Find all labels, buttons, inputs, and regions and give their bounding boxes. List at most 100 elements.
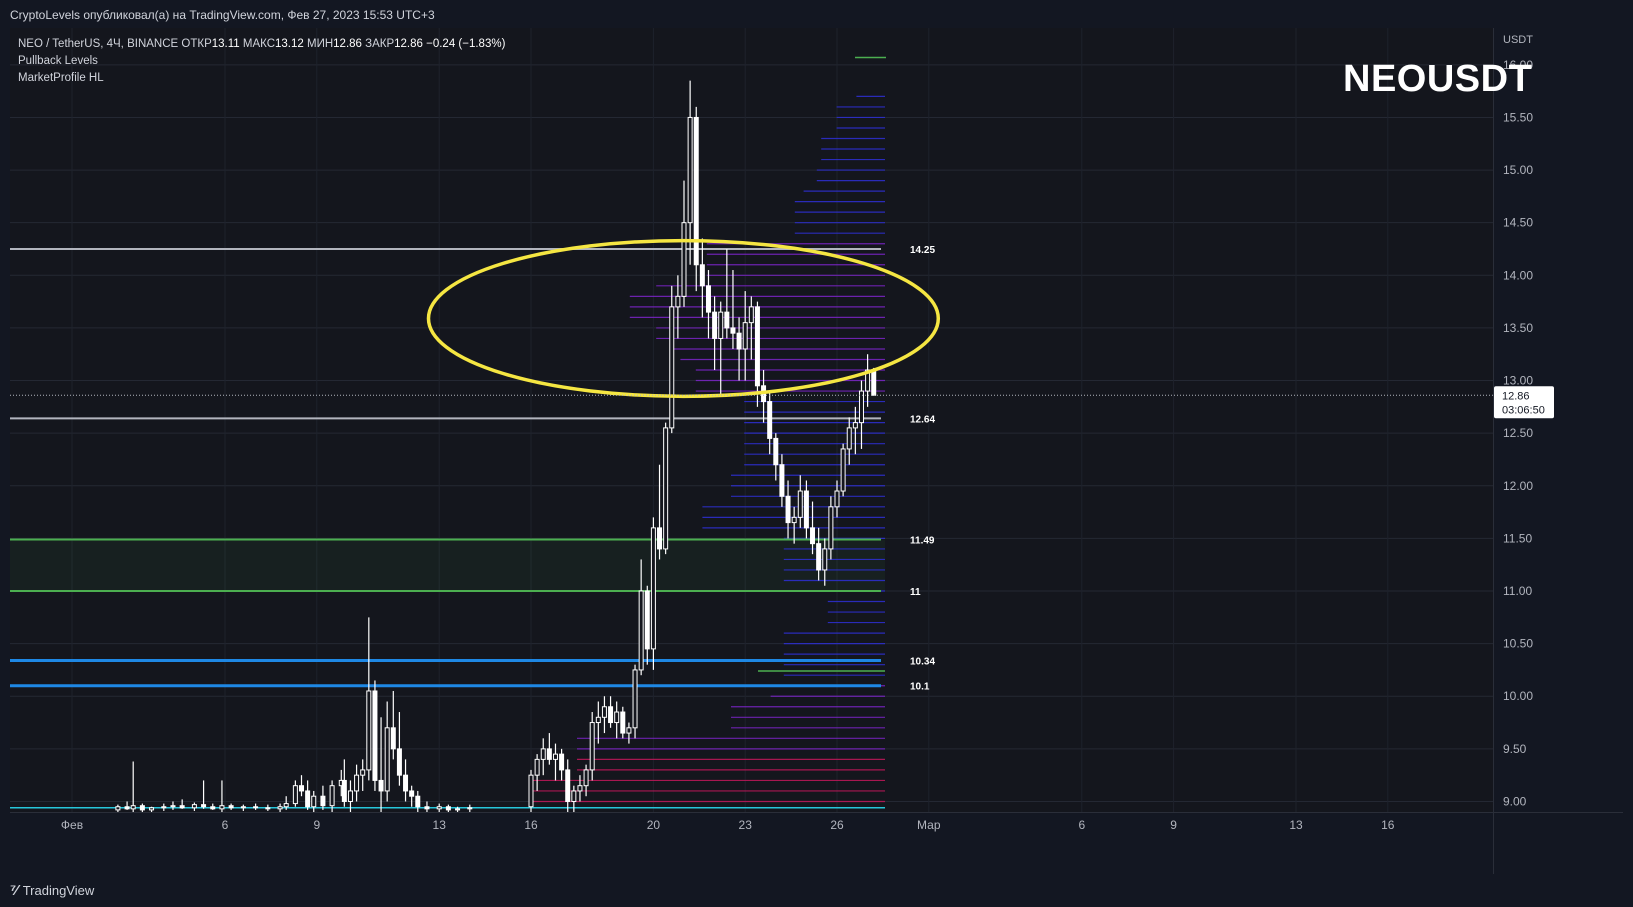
candle-body [846, 427, 852, 450]
candle-body [396, 748, 402, 776]
symbol-watermark: NEOUSDT [1343, 58, 1533, 100]
candle-body [742, 322, 748, 350]
level-label: 10.1 [910, 682, 930, 693]
chart-area[interactable]: 9.00 9.50 10.00 10.50 11.00 11.50 12.00 12.50 13… [10, 28, 1623, 874]
price-tick-label: 11.50 [1503, 531, 1532, 545]
indicator-market-profile[interactable]: MarketProfile HL [18, 70, 505, 87]
time-tick-label: 20 [647, 818, 661, 832]
candle-body [589, 722, 595, 771]
candle-body [559, 753, 565, 771]
candle-body [712, 311, 718, 339]
candle-body [409, 790, 415, 797]
candle-body [669, 306, 675, 429]
level-label: 14.25 [910, 245, 935, 256]
candle-body [546, 748, 552, 760]
level-label: 12.64 [910, 414, 935, 425]
candle-body [424, 806, 430, 810]
candle-body [299, 785, 304, 792]
candle-body [730, 327, 736, 334]
candle-body [810, 527, 816, 545]
candle-body [565, 769, 571, 802]
candle-body [305, 790, 311, 808]
candle-body [179, 805, 185, 809]
candle-body [283, 803, 289, 808]
candle-body [699, 264, 705, 287]
footer-brand[interactable]: ⁷⁄ TradingView [10, 878, 94, 902]
price-tick-label: 15.00 [1503, 163, 1533, 177]
candle-body [534, 758, 540, 776]
time-tick-label: 23 [739, 818, 753, 832]
support-zone [10, 539, 885, 592]
currency-label: USDT [1503, 34, 1533, 46]
price-tick-label: 13.00 [1503, 374, 1533, 388]
time-tick-label: 13 [1289, 818, 1303, 832]
publish-caption: CryptoLevels опубликовал(а) на TradingVi… [10, 8, 435, 22]
candle-body [149, 807, 155, 811]
candle-body [210, 806, 216, 810]
time-tick-label: 13 [433, 818, 447, 832]
candle-body [858, 390, 864, 424]
ohlc-line[interactable]: NEO / TetherUS, 4Ч, BINANCE ОТКР13.11 МА… [18, 36, 505, 53]
time-tick-label: 6 [222, 818, 229, 832]
candle-body [583, 769, 589, 787]
candle-body [626, 727, 632, 734]
candle-body [384, 727, 390, 792]
symbol-label[interactable]: NEO / TetherUS, 4Ч, BINANCE [18, 38, 178, 50]
candle-body [455, 808, 461, 811]
time-tick-label: 16 [524, 818, 538, 832]
candle-body [390, 727, 396, 750]
level-label: 10.34 [910, 656, 935, 667]
candle-body [803, 490, 809, 529]
candle-body [644, 590, 650, 650]
candle-body [201, 804, 207, 808]
candle-body [718, 311, 724, 339]
price-chart[interactable]: 9.00 9.50 10.00 10.50 11.00 11.50 12.00 12.50 13… [10, 28, 1623, 874]
candle-body [366, 690, 372, 771]
candle-body [415, 795, 421, 808]
candle-body [528, 774, 534, 808]
candle-body [748, 306, 754, 324]
candle-body [253, 806, 259, 809]
countdown-timer: 03:06:50 [1502, 404, 1545, 416]
candle-body [736, 332, 742, 350]
candle-body [638, 590, 644, 671]
candle-body [797, 490, 803, 518]
candle-body [170, 805, 176, 808]
candle-body [115, 806, 121, 811]
candle-body [871, 369, 877, 396]
candle-body [436, 806, 442, 810]
change-value: −0.24 (−1.83%) [426, 38, 506, 50]
price-tick-label: 9.00 [1503, 794, 1527, 808]
chart-legend: NEO / TetherUS, 4Ч, BINANCE ОТКР13.11 МА… [18, 36, 505, 87]
candle-body [693, 116, 699, 266]
candle-body [329, 785, 335, 807]
price-tick-label: 12.00 [1503, 479, 1533, 493]
low-label: МИН [307, 38, 334, 50]
candle-body [754, 306, 760, 387]
indicator-pullback-levels[interactable]: Pullback Levels [18, 53, 505, 70]
candle-body [571, 790, 577, 802]
time-tick-label: 16 [1381, 818, 1395, 832]
candle-body [791, 516, 797, 524]
candle-body [372, 690, 378, 781]
candle-body [767, 401, 773, 439]
price-tick-label: 15.50 [1503, 110, 1533, 124]
close-value: 12.86 [394, 38, 423, 50]
candle-body [228, 805, 234, 809]
candle-body [834, 490, 840, 508]
candle-body [139, 805, 145, 811]
time-tick-label: 9 [1170, 818, 1177, 832]
price-tick-label: 14.50 [1503, 216, 1533, 230]
candle-body [403, 774, 409, 792]
candle-body [675, 295, 681, 308]
candle-body [657, 527, 663, 550]
current-price-value: 12.86 [1502, 390, 1530, 402]
candle-body [124, 806, 130, 810]
candle-body [632, 669, 638, 729]
candle-body [773, 437, 779, 466]
price-tick-label: 11.00 [1503, 584, 1532, 598]
footer-brand-text: TradingView [22, 882, 95, 898]
candle-body [601, 706, 607, 718]
candle-body [681, 222, 687, 297]
candle-body [779, 464, 785, 497]
